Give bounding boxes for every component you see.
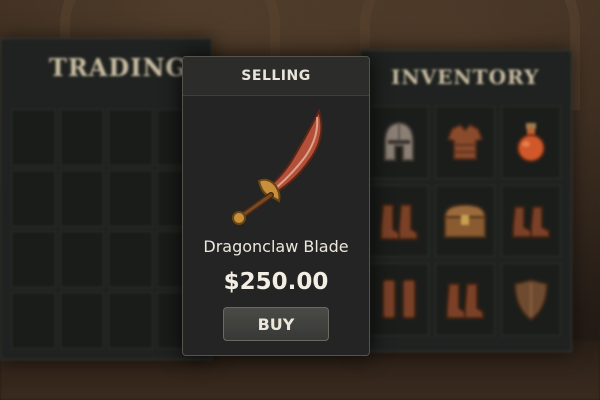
inventory-slot-boots-2[interactable] bbox=[501, 184, 561, 258]
item-name: Dragonclaw Blade bbox=[203, 237, 349, 256]
inventory-slot-helmet[interactable] bbox=[369, 106, 429, 179]
trading-grid bbox=[11, 109, 201, 349]
boots-icon bbox=[512, 205, 550, 238]
trading-slot[interactable] bbox=[108, 109, 153, 166]
trading-slot[interactable] bbox=[108, 292, 153, 349]
trading-slot[interactable] bbox=[11, 292, 56, 349]
shield-icon bbox=[513, 278, 549, 321]
trading-slot[interactable] bbox=[59, 292, 104, 349]
trading-slot[interactable] bbox=[59, 231, 104, 288]
trading-slot[interactable] bbox=[11, 231, 56, 288]
inventory-slot-boots[interactable] bbox=[369, 184, 429, 258]
inventory-panel: INVENTORY bbox=[360, 50, 572, 352]
treasure-chest-icon bbox=[443, 203, 487, 238]
boots-icon bbox=[446, 282, 484, 319]
trading-slot[interactable] bbox=[11, 109, 56, 166]
selling-title: SELLING bbox=[241, 68, 311, 84]
inventory-grid bbox=[369, 106, 561, 336]
selling-panel: SELLING Dragonclaw Blade $250.00 BUY bbox=[182, 56, 370, 356]
inventory-slot-greaves[interactable] bbox=[369, 263, 429, 336]
inventory-slot-boots-3[interactable] bbox=[435, 263, 495, 336]
buy-button[interactable]: BUY bbox=[223, 307, 329, 341]
chest-armor-icon bbox=[446, 124, 484, 161]
trading-slot[interactable] bbox=[108, 170, 153, 227]
trading-slot[interactable] bbox=[108, 231, 153, 288]
inventory-title: INVENTORY bbox=[391, 65, 540, 89]
potion-icon bbox=[517, 123, 545, 163]
trading-slot[interactable] bbox=[59, 109, 104, 166]
trading-slot[interactable] bbox=[59, 170, 104, 227]
selling-header: SELLING bbox=[183, 57, 369, 96]
item-price: $250.00 bbox=[223, 269, 329, 295]
inventory-slot-potion[interactable] bbox=[501, 106, 561, 179]
trading-title: TRADING bbox=[49, 53, 187, 82]
trading-slot[interactable] bbox=[11, 170, 56, 227]
inventory-slot-shield[interactable] bbox=[501, 263, 561, 336]
curved-sword-icon bbox=[232, 108, 323, 225]
inventory-slot-treasure-chest[interactable] bbox=[435, 184, 495, 258]
greaves-icon bbox=[382, 278, 416, 319]
inventory-slot-chest-armor[interactable] bbox=[435, 106, 495, 179]
helmet-icon bbox=[384, 122, 414, 162]
trading-panel: TRADING bbox=[0, 38, 212, 360]
boots-icon bbox=[380, 203, 418, 240]
